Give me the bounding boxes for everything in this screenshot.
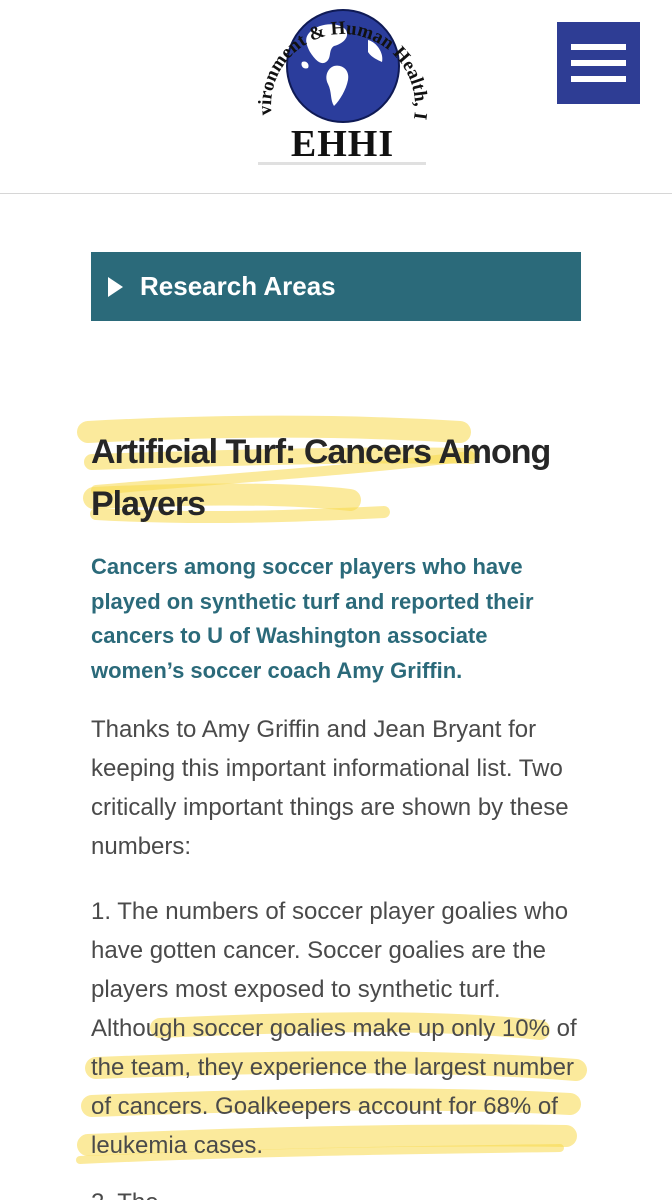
research-areas-label: Research Areas (140, 271, 336, 301)
article-paragraph: 2. The... (91, 1183, 591, 1200)
ehhi-logo[interactable]: Environment & Human Health, Inc EHHI (250, 0, 435, 170)
research-areas-toggle[interactable]: Research Areas (91, 252, 581, 321)
page-title: Artificial Turf: Cancers Among Players (91, 433, 551, 523)
article-paragraph: 1. The numbers of soccer player goalies … (91, 898, 577, 1159)
hamburger-menu-button[interactable] (557, 22, 640, 104)
play-triangle-icon (108, 277, 123, 297)
logo-abbrev: EHHI (290, 123, 395, 165)
menu-bar-icon (571, 60, 626, 66)
site-header: Environment & Human Health, Inc EHHI (0, 0, 672, 194)
logo-underline (258, 162, 426, 165)
article-paragraph: Thanks to Amy Griffin and Jean Bryant fo… (91, 716, 569, 860)
page: Environment & Human Health, Inc EHHI Res… (0, 0, 672, 1200)
menu-bar-icon (571, 76, 626, 82)
article-subtitle: Cancers among soccer players who have pl… (91, 554, 534, 683)
menu-bar-icon (571, 44, 626, 50)
